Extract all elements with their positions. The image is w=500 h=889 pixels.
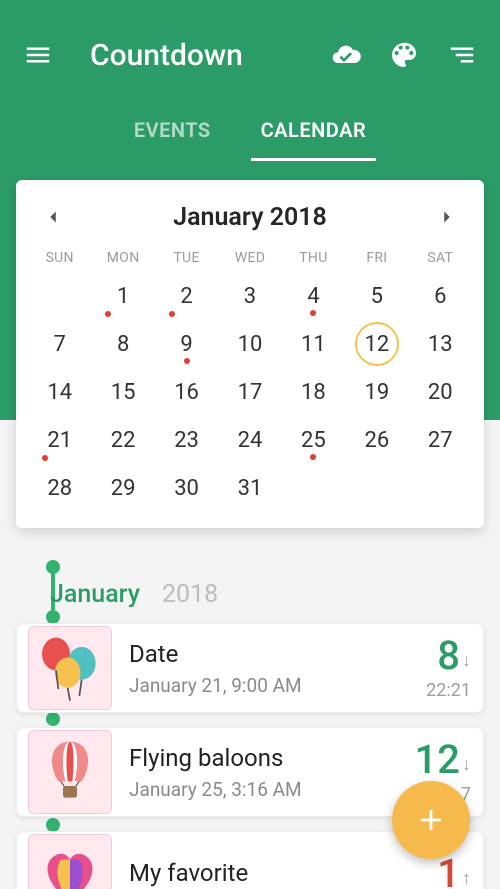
- calendar-day[interactable]: 22: [91, 416, 154, 464]
- calendar-day[interactable]: 31: [218, 464, 281, 512]
- chevron-left-icon[interactable]: [38, 202, 68, 232]
- calendar-day[interactable]: 15: [91, 368, 154, 416]
- palette-icon[interactable]: [384, 35, 424, 75]
- calendar-day[interactable]: 16: [155, 368, 218, 416]
- calendar-weekday: SAT: [409, 250, 472, 266]
- calendar-grid: 1234567891011121314151617181920212223242…: [28, 272, 472, 512]
- calendar-day[interactable]: 27: [409, 416, 472, 464]
- calendar-card: January 2018 SUNMONTUEWEDTHUFRISAT 12345…: [16, 180, 484, 528]
- hotair-icon: [28, 730, 112, 814]
- calendar-day[interactable]: 29: [91, 464, 154, 512]
- event-subtitle: January 25, 3:16 AM: [129, 778, 401, 801]
- filter-list-icon[interactable]: [442, 35, 482, 75]
- balloons-icon: [28, 626, 112, 710]
- calendar-day[interactable]: 30: [155, 464, 218, 512]
- calendar-day[interactable]: 12: [345, 320, 408, 368]
- calendar-day[interactable]: 21: [28, 416, 91, 464]
- calendar-day[interactable]: 10: [218, 320, 281, 368]
- calendar-day[interactable]: 18: [282, 368, 345, 416]
- calendar-day[interactable]: 23: [155, 416, 218, 464]
- cloud-check-icon[interactable]: [326, 35, 366, 75]
- calendar-day[interactable]: 6: [409, 272, 472, 320]
- calendar-day[interactable]: 19: [345, 368, 408, 416]
- event-title: My favorite: [129, 859, 423, 887]
- calendar-day[interactable]: 5: [345, 272, 408, 320]
- calendar-day[interactable]: 2: [155, 272, 218, 320]
- calendar-weekday: TUE: [155, 250, 218, 266]
- calendar-day[interactable]: 14: [28, 368, 91, 416]
- calendar-day[interactable]: 8: [91, 320, 154, 368]
- event-title: Flying baloons: [129, 744, 401, 772]
- calendar-day[interactable]: 7: [28, 320, 91, 368]
- calendar-day[interactable]: 28: [28, 464, 91, 512]
- chevron-right-icon[interactable]: [432, 202, 462, 232]
- calendar-day[interactable]: 13: [409, 320, 472, 368]
- calendar-month-title: January 2018: [173, 203, 327, 232]
- arrow-down-icon: ↓: [462, 756, 471, 774]
- calendar-weekday: WED: [218, 250, 281, 266]
- calendar-weekday-row: SUNMONTUEWEDTHUFRISAT: [28, 250, 472, 272]
- add-event-fab[interactable]: [392, 781, 470, 859]
- tab-bar: EVENTS CALENDAR: [0, 110, 500, 161]
- calendar-day[interactable]: 9: [155, 320, 218, 368]
- event-title: Date: [129, 640, 412, 668]
- menu-icon[interactable]: [18, 35, 58, 75]
- list-month-header: January 2018: [16, 580, 484, 609]
- heart-icon: [28, 834, 112, 889]
- calendar-day[interactable]: 24: [218, 416, 281, 464]
- app-title: Countdown: [90, 38, 243, 73]
- calendar-day[interactable]: 11: [282, 320, 345, 368]
- event-subtitle: January 21, 9:00 AM: [129, 674, 412, 697]
- calendar-weekday: MON: [91, 250, 154, 266]
- calendar-header: January 2018: [28, 198, 472, 250]
- calendar-day[interactable]: 20: [409, 368, 472, 416]
- event-countdown: 8↓: [437, 636, 471, 676]
- calendar-day[interactable]: 1: [91, 272, 154, 320]
- calendar-weekday: THU: [282, 250, 345, 266]
- arrow-up-icon: ↑: [462, 870, 471, 888]
- calendar-day[interactable]: 17: [218, 368, 281, 416]
- list-month-year: 2018: [162, 580, 218, 609]
- event-countdown: 1↑: [437, 854, 471, 889]
- tab-events[interactable]: EVENTS: [124, 110, 221, 161]
- calendar-day[interactable]: 3: [218, 272, 281, 320]
- plus-icon: [414, 803, 448, 837]
- calendar-day[interactable]: 25: [282, 416, 345, 464]
- tab-calendar[interactable]: CALENDAR: [251, 110, 377, 161]
- calendar-weekday: SUN: [28, 250, 91, 266]
- calendar-day[interactable]: 26: [345, 416, 408, 464]
- list-item[interactable]: Date January 21, 9:00 AM 8↓ 22:21: [16, 623, 484, 713]
- list-month-name: January: [50, 580, 140, 609]
- event-time: 22:21: [426, 680, 471, 701]
- top-bar: Countdown: [0, 0, 500, 110]
- event-countdown: 12↓: [415, 740, 471, 780]
- calendar-weekday: FRI: [345, 250, 408, 266]
- calendar-day[interactable]: 4: [282, 272, 345, 320]
- arrow-down-icon: ↓: [462, 652, 471, 670]
